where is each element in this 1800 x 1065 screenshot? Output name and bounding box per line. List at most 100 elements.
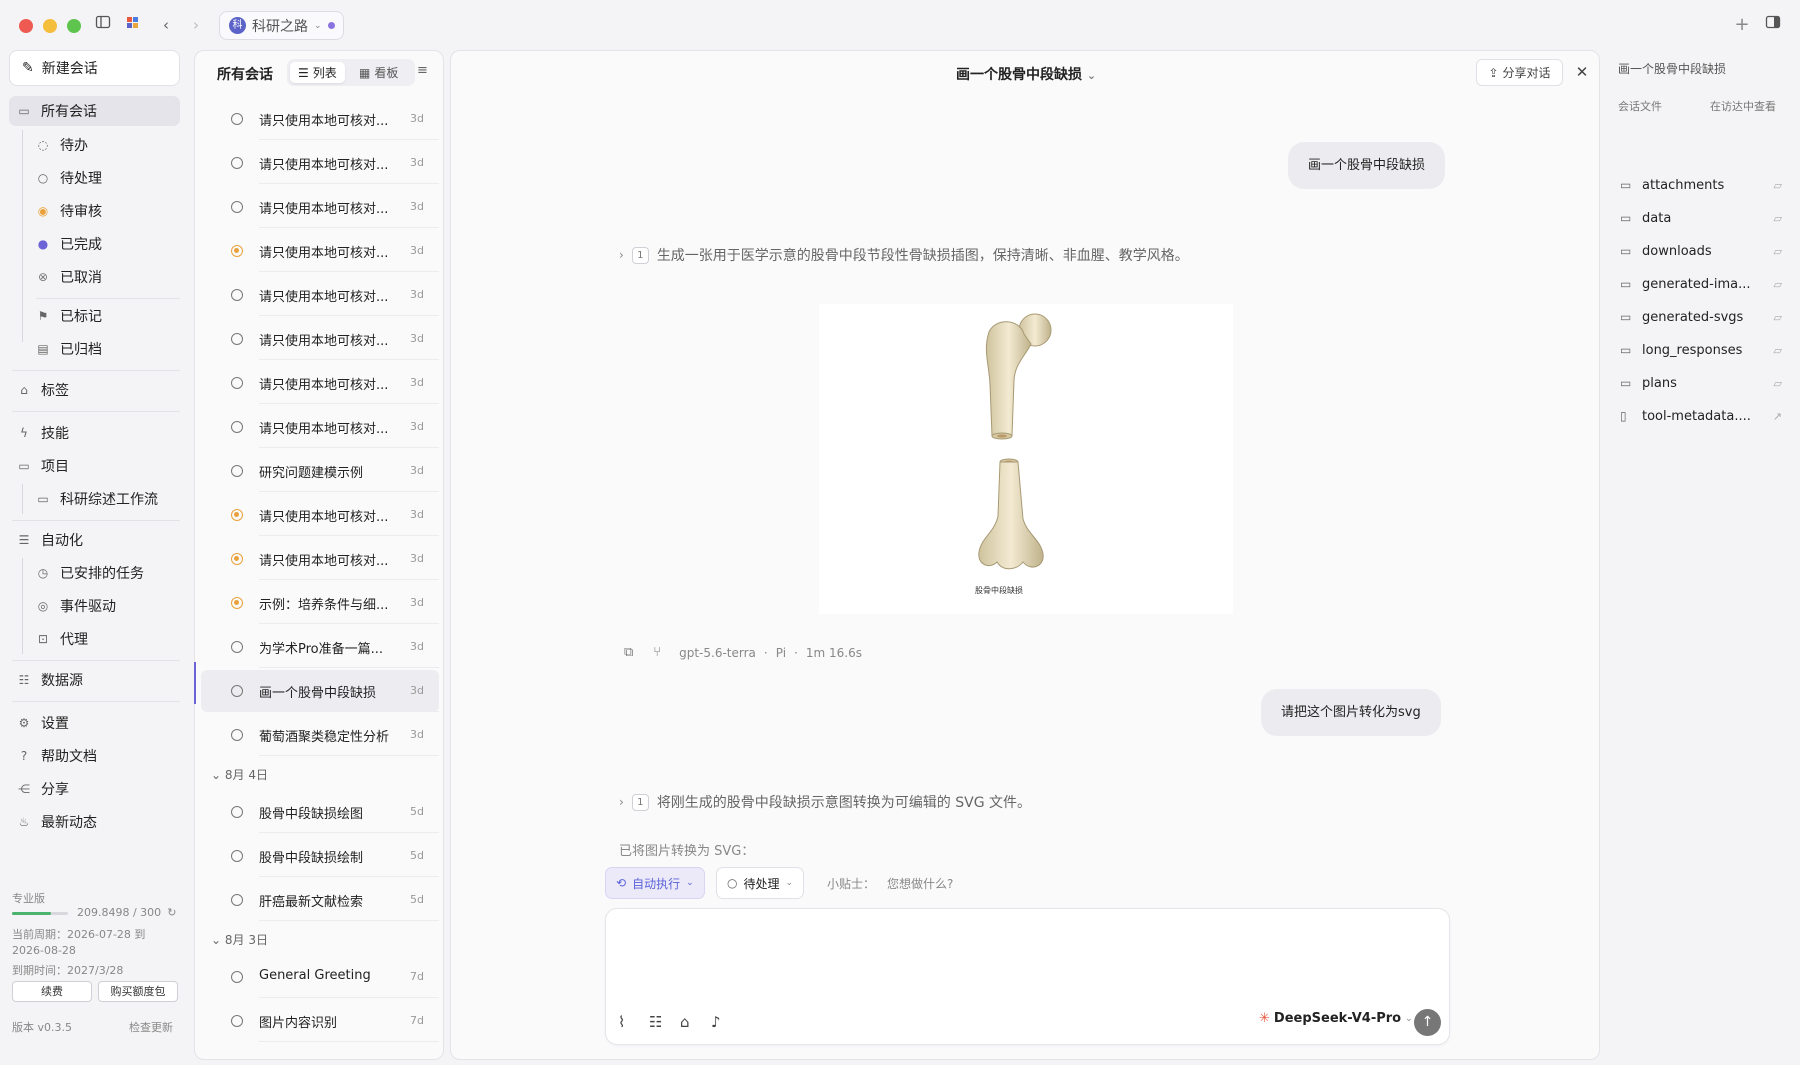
microphone-icon[interactable]: ♪: [711, 1013, 721, 1031]
new-chat-button[interactable]: ✎ 新建会话: [9, 50, 180, 86]
open-status-icon[interactable]: [231, 157, 243, 169]
open-status-icon[interactable]: [231, 421, 243, 433]
conversation-row[interactable]: 葡萄酒聚类稳定性分析 3d: [201, 714, 439, 756]
nav-skills[interactable]: ϟ 技能: [9, 418, 180, 448]
pending-status-icon[interactable]: [231, 597, 243, 609]
conversation-row[interactable]: 为学术Pro准备一篇... 3d: [201, 626, 439, 668]
nav-archived[interactable]: ▤ 已归档: [32, 334, 180, 364]
conversation-row[interactable]: 请只使用本地可核对... 3d: [201, 406, 439, 448]
branch-icon[interactable]: ⑂: [653, 645, 661, 660]
nav-agent[interactable]: ⊡ 代理: [32, 624, 180, 654]
forward-icon[interactable]: ›: [185, 14, 207, 36]
generated-image[interactable]: 股骨中段缺损: [819, 304, 1233, 614]
close-window-button[interactable]: [19, 19, 33, 33]
open-folder-icon[interactable]: ▱: [1774, 344, 1782, 357]
workspace-switcher[interactable]: 科 科研之路 ⌄: [219, 11, 344, 40]
chat-title[interactable]: 画一个股骨中段缺损 ⌄: [451, 64, 1599, 84]
open-folder-icon[interactable]: ▱: [1774, 311, 1782, 324]
pending-status-icon[interactable]: [231, 553, 243, 565]
open-status-icon[interactable]: [231, 894, 243, 906]
list-view-button[interactable]: ☰ 列表: [290, 62, 345, 83]
conversation-row[interactable]: 图片内容识别 7d: [201, 1000, 439, 1042]
nav-all-chats[interactable]: ▭ 所有会话: [9, 96, 180, 126]
open-status-icon[interactable]: [231, 729, 243, 741]
open-folder-icon[interactable]: ▱: [1774, 377, 1782, 390]
new-tab-icon[interactable]: +: [1731, 14, 1753, 36]
open-status-icon[interactable]: [231, 1015, 243, 1027]
open-status-icon[interactable]: [231, 201, 243, 213]
message-composer[interactable]: ⌇ ☷ ⌂ ♪ ✳ DeepSeek-V4-Pro ⌄ ↑: [605, 908, 1450, 1045]
file-row[interactable]: ▭ generated-ima... ▱: [1620, 270, 1788, 298]
open-status-icon[interactable]: [231, 685, 243, 697]
nav-status-review[interactable]: ◉ 待审核: [32, 196, 180, 226]
nav-project-item[interactable]: ▭ 科研综述工作流: [32, 484, 180, 514]
nav-projects[interactable]: ▭ 项目: [9, 451, 180, 481]
nav-share[interactable]: ⋲ 分享: [9, 774, 180, 804]
paperclip-icon[interactable]: ⌇: [618, 1013, 625, 1031]
buy-quota-button[interactable]: 购买额度包: [98, 981, 178, 1002]
file-row[interactable]: ▭ plans ▱: [1620, 369, 1788, 397]
refresh-icon[interactable]: ↻: [167, 906, 176, 919]
conversation-row[interactable]: 示例：培养条件与细... 3d: [201, 582, 439, 624]
database-icon[interactable]: ☷: [649, 1013, 662, 1031]
nav-settings[interactable]: ⚙ 设置: [9, 708, 180, 738]
nav-status-open[interactable]: ○ 待处理: [32, 163, 180, 193]
nav-status-done[interactable]: ● 已完成: [32, 229, 180, 259]
pending-status-icon[interactable]: [231, 245, 243, 257]
share-conversation-button[interactable]: ⇪ 分享对话: [1476, 59, 1563, 86]
open-status-icon[interactable]: [231, 377, 243, 389]
file-row[interactable]: ▭ long_responses ▱: [1620, 336, 1788, 364]
file-row[interactable]: ▯ tool-metadata.... ↗: [1620, 402, 1788, 430]
back-icon[interactable]: ‹: [155, 14, 177, 36]
model-selector[interactable]: ✳ DeepSeek-V4-Pro ⌄: [1259, 1011, 1413, 1026]
open-folder-icon[interactable]: ▱: [1774, 212, 1782, 225]
auto-exec-dropdown[interactable]: ⟲ 自动执行 ⌄: [605, 867, 705, 899]
nav-datasources[interactable]: ☷ 数据源: [9, 665, 180, 695]
conversation-row[interactable]: 请只使用本地可核对... 3d: [201, 186, 439, 228]
open-status-icon[interactable]: [231, 850, 243, 862]
tool-step[interactable]: › 1 生成一张用于医学示意的股骨中段节段性骨缺损插图，保持清晰、非血腥、教学风…: [619, 245, 1189, 265]
conversation-row[interactable]: 请只使用本地可核对... 3d: [201, 274, 439, 316]
pending-status-icon[interactable]: [231, 509, 243, 521]
zoom-window-button[interactable]: [67, 19, 81, 33]
open-status-icon[interactable]: [231, 113, 243, 125]
file-row[interactable]: ▭ data ▱: [1620, 204, 1788, 232]
renew-button[interactable]: 续费: [12, 981, 92, 1002]
nav-help[interactable]: ? 帮助文档: [9, 741, 180, 771]
home-icon[interactable]: ⌂: [680, 1013, 690, 1031]
tool-step[interactable]: › 1 将刚生成的股骨中段缺损示意图转换为可编辑的 SVG 文件。: [619, 792, 1031, 812]
file-row[interactable]: ▭ attachments ▱: [1620, 171, 1788, 199]
filter-icon[interactable]: ≡: [417, 63, 428, 78]
open-folder-icon[interactable]: ▱: [1774, 179, 1782, 192]
right-panel-toggle-icon[interactable]: [1762, 14, 1784, 36]
nav-event-driven[interactable]: ◎ 事件驱动: [32, 591, 180, 621]
nav-flagged[interactable]: ⚑ 已标记: [32, 301, 180, 331]
conversation-row[interactable]: General Greeting 7d: [201, 956, 439, 998]
nav-scheduled[interactable]: ◷ 已安排的任务: [32, 558, 180, 588]
conversation-row[interactable]: 画一个股骨中段缺损 3d: [201, 670, 439, 712]
open-status-icon[interactable]: [231, 333, 243, 345]
status-dropdown[interactable]: ○ 待处理 ⌄: [716, 867, 805, 899]
external-link-icon[interactable]: ↗: [1773, 410, 1782, 423]
open-status-icon[interactable]: [231, 465, 243, 477]
conversation-row[interactable]: 肝癌最新文献检索 5d: [201, 879, 439, 921]
conversation-row[interactable]: 请只使用本地可核对... 3d: [201, 538, 439, 580]
open-status-icon[interactable]: [231, 641, 243, 653]
conversation-row[interactable]: 请只使用本地可核对... 3d: [201, 230, 439, 272]
open-status-icon[interactable]: [231, 289, 243, 301]
conversation-row[interactable]: 请只使用本地可核对... 3d: [201, 494, 439, 536]
nav-tags[interactable]: ⌂ 标签: [9, 375, 180, 405]
open-folder-icon[interactable]: ▱: [1774, 245, 1782, 258]
date-group-header[interactable]: ⌄ 8月 4日: [211, 766, 268, 783]
conversation-row[interactable]: 请只使用本地可核对... 3d: [201, 98, 439, 140]
send-button[interactable]: ↑: [1414, 1009, 1441, 1036]
open-status-icon[interactable]: [231, 1059, 243, 1060]
check-update-link[interactable]: 检查更新: [129, 1019, 173, 1035]
board-view-button[interactable]: ▦ 看板: [351, 62, 406, 83]
date-group-header[interactable]: ⌄ 8月 3日: [211, 931, 268, 948]
open-status-icon[interactable]: [231, 806, 243, 818]
conversation-row[interactable]: 深圳今... 7d: [201, 1044, 439, 1060]
open-folder-icon[interactable]: ▱: [1774, 278, 1782, 291]
copy-icon[interactable]: ⧉: [624, 645, 633, 660]
conversation-row[interactable]: 请只使用本地可核对... 3d: [201, 318, 439, 360]
